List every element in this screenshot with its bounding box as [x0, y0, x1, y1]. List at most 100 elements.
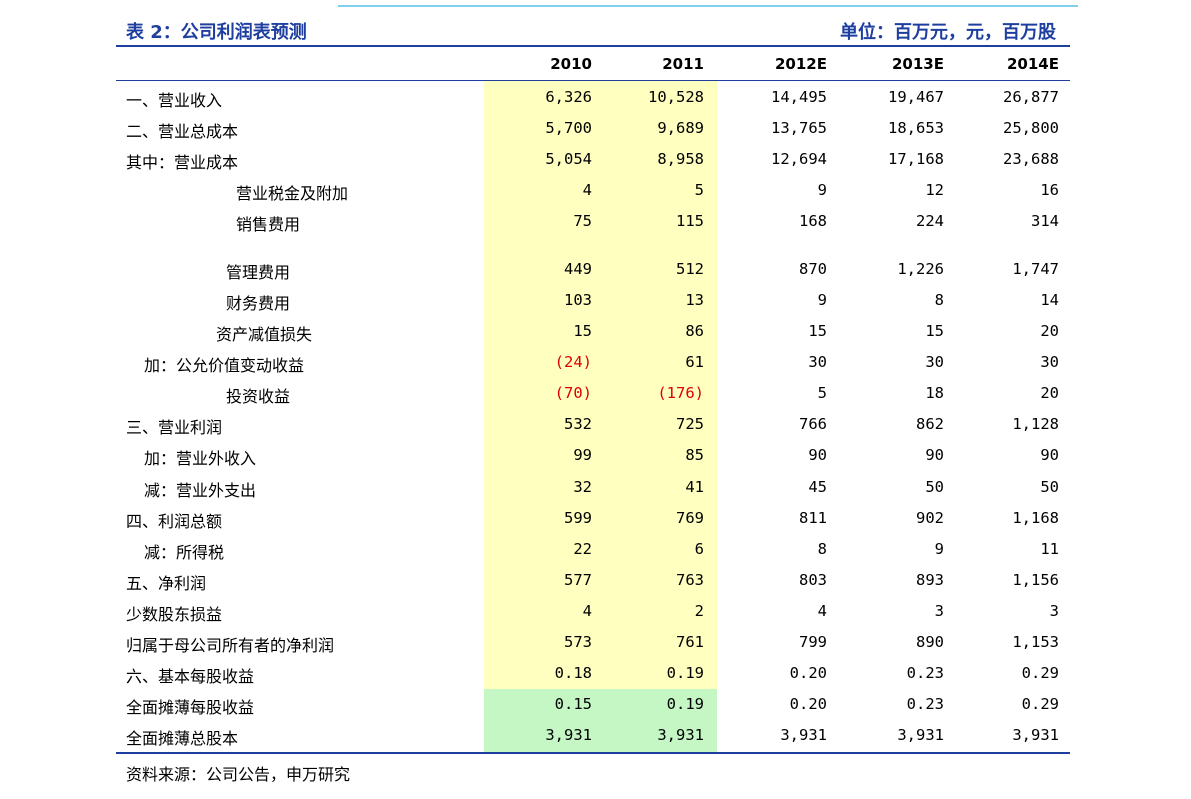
row-label: 销售费用 — [236, 215, 301, 234]
cell-2010: 573 — [564, 633, 592, 651]
cell-2014e: 1,747 — [1012, 260, 1059, 278]
cell-2010: 0.18 — [554, 664, 592, 682]
table-row: 减：所得税 22 6 8 9 11 — [0, 535, 1191, 566]
cell-2014e: 1,156 — [1012, 571, 1059, 589]
cell-2014e: 11 — [1040, 540, 1059, 558]
cell-2011: 2 — [694, 602, 704, 620]
table-row: 二、营业总成本 5,700 9,689 13,765 18,653 25,800 — [0, 114, 1191, 145]
row-label: 全面摊薄总股本 — [126, 729, 239, 748]
cell-2012e: 30 — [808, 353, 827, 371]
cell-2013e: 0.23 — [906, 664, 944, 682]
column-header-2011: 2011 — [662, 55, 704, 73]
cell-2014e: 1,128 — [1012, 415, 1059, 433]
table-row: 五、净利润 577 763 803 893 1,156 — [0, 566, 1191, 597]
cell-2011: 86 — [685, 322, 704, 340]
cell-2012e: 14,495 — [771, 88, 827, 106]
cell-2012e: 766 — [799, 415, 827, 433]
cell-2014e: 3 — [1049, 602, 1059, 620]
top-accent-line — [338, 5, 1078, 7]
cell-2010: 0.15 — [554, 695, 592, 713]
cell-2011: 61 — [685, 353, 704, 371]
cell-2013e: 9 — [934, 540, 944, 558]
cell-2013e: 902 — [916, 509, 944, 527]
cell-2014e: 25,800 — [1003, 119, 1059, 137]
table-row: 财务费用 103 13 9 8 14 — [0, 286, 1191, 317]
table-top-rule — [116, 45, 1070, 47]
cell-2012e: 8 — [817, 540, 827, 558]
cell-2011: 769 — [676, 509, 704, 527]
table-row: 加：营业外收入 99 85 90 90 90 — [0, 441, 1191, 472]
cell-2011: 3,931 — [657, 726, 704, 744]
table-row: 全面摊薄总股本 3,931 3,931 3,931 3,931 3,931 — [0, 721, 1191, 752]
cell-2010: 32 — [573, 478, 592, 496]
cell-2013e: 30 — [925, 353, 944, 371]
cell-2012e: 12,694 — [771, 150, 827, 168]
cell-2010: 6,326 — [545, 88, 592, 106]
cell-2013e: 18 — [925, 384, 944, 402]
cell-2014e: 1,153 — [1012, 633, 1059, 651]
row-label: 二、营业总成本 — [126, 122, 239, 141]
table-row: 三、营业利润 532 725 766 862 1,128 — [0, 410, 1191, 441]
table-title: 表 2：公司利润表预测 — [126, 22, 307, 43]
cell-2010: 75 — [573, 212, 592, 230]
row-label: 财务费用 — [226, 294, 291, 313]
row-label: 资产减值损失 — [216, 325, 313, 344]
cell-2011: 115 — [676, 212, 704, 230]
table-row: 加：公允价值变动收益 (24) 61 30 30 30 — [0, 348, 1191, 379]
cell-2010: 4 — [582, 181, 592, 199]
cell-2013e: 12 — [925, 181, 944, 199]
cell-2012e: 0.20 — [789, 695, 827, 713]
table-row: 资产减值损失 15 86 15 15 20 — [0, 317, 1191, 348]
cell-2011: 0.19 — [666, 664, 704, 682]
cell-2013e: 862 — [916, 415, 944, 433]
cell-2013e: 19,467 — [888, 88, 944, 106]
column-header-2014e: 2014E — [1007, 55, 1059, 73]
cell-2014e: 14 — [1040, 291, 1059, 309]
table-row: 营业税金及附加 4 5 9 12 16 — [0, 176, 1191, 207]
cell-2014e: 90 — [1040, 446, 1059, 464]
cell-2011: 725 — [676, 415, 704, 433]
cell-2012e: 5 — [817, 384, 827, 402]
cell-2010: 99 — [573, 446, 592, 464]
row-label: 六、基本每股收益 — [126, 667, 255, 686]
cell-2013e: 224 — [916, 212, 944, 230]
cell-2013e: 3,931 — [897, 726, 944, 744]
cell-2012e: 4 — [817, 602, 827, 620]
cell-2011: 41 — [685, 478, 704, 496]
cell-2010: 15 — [573, 322, 592, 340]
cell-2014e: 23,688 — [1003, 150, 1059, 168]
row-label: 少数股东损益 — [126, 605, 223, 624]
row-label: 加：营业外收入 — [144, 449, 257, 468]
cell-2013e: 890 — [916, 633, 944, 651]
table-row: 销售费用 75 115 168 224 314 — [0, 207, 1191, 238]
cell-2013e: 8 — [934, 291, 944, 309]
cell-2011: 9,689 — [657, 119, 704, 137]
cell-2010: 3,931 — [545, 726, 592, 744]
cell-2013e: 18,653 — [888, 119, 944, 137]
cell-2011: 761 — [676, 633, 704, 651]
cell-2010: (70) — [554, 384, 592, 402]
column-header-2010: 2010 — [550, 55, 592, 73]
cell-2012e: 15 — [808, 322, 827, 340]
cell-2014e: 1,168 — [1012, 509, 1059, 527]
cell-2013e: 50 — [925, 478, 944, 496]
cell-2014e: 20 — [1040, 384, 1059, 402]
cell-2010: 4 — [582, 602, 592, 620]
row-label: 归属于母公司所有者的净利润 — [126, 636, 335, 655]
cell-2012e: 13,765 — [771, 119, 827, 137]
table-row: 少数股东损益 4 2 4 3 3 — [0, 597, 1191, 628]
cell-2011: 13 — [685, 291, 704, 309]
table-row: 减：营业外支出 32 41 45 50 50 — [0, 473, 1191, 504]
table-row: 一、营业收入 6,326 10,528 14,495 19,467 26,877 — [0, 83, 1191, 114]
table-row: 投资收益 (70) (176) 5 18 20 — [0, 379, 1191, 410]
cell-2011: 512 — [676, 260, 704, 278]
cell-2012e: 0.20 — [789, 664, 827, 682]
row-label: 一、营业收入 — [126, 91, 223, 110]
cell-2014e: 314 — [1031, 212, 1059, 230]
cell-2012e: 811 — [799, 509, 827, 527]
cell-2010: 449 — [564, 260, 592, 278]
cell-2014e: 50 — [1040, 478, 1059, 496]
source-note: 资料来源：公司公告，申万研究 — [126, 765, 351, 784]
cell-2014e: 3,931 — [1012, 726, 1059, 744]
cell-2013e: 1,226 — [897, 260, 944, 278]
